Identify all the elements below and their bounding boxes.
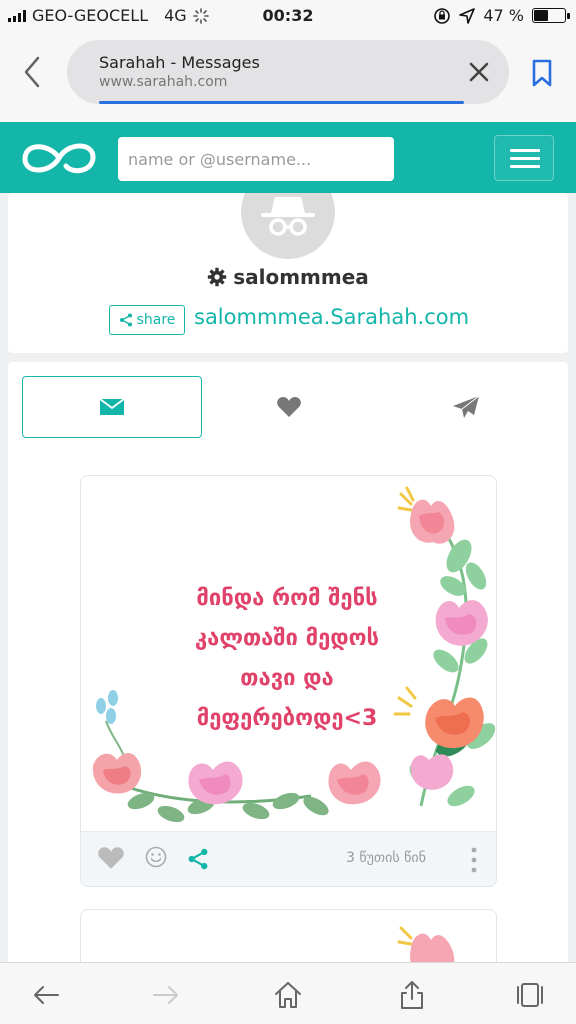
profile-link[interactable]: salommmea.Sarahah.com (194, 305, 469, 329)
app-header (0, 122, 576, 193)
message-card: მინდა რომ შენს კალთაში მედოს თავი და მეფ… (80, 475, 497, 887)
message-footer: 3 წუთის წინ (81, 831, 496, 886)
page-url: www.sarahah.com (99, 74, 228, 90)
address-bar[interactable]: Sarahah - Messages www.sarahah.com (67, 40, 509, 104)
tabs-icon[interactable] (514, 979, 546, 1011)
browser-toolbar (0, 962, 576, 1024)
forward-arrow-icon[interactable] (150, 979, 182, 1011)
browser-bar: Sarahah - Messages www.sarahah.com (0, 32, 576, 122)
close-icon[interactable] (465, 58, 493, 86)
message-text: მინდა რომ შენს კალთაში მედოს თავი და მეფ… (157, 579, 417, 739)
username: salommmea (233, 265, 369, 289)
tab-sent-messages[interactable] (378, 376, 554, 438)
message-line: მინდა რომ შენს (196, 586, 378, 611)
smiley-icon[interactable] (145, 846, 167, 868)
avatar (241, 193, 335, 259)
sarahah-logo-icon[interactable] (20, 136, 98, 180)
username-row: salommmea (8, 265, 568, 289)
tab-received-messages[interactable] (22, 376, 202, 438)
more-options-icon[interactable] (469, 846, 479, 874)
browser-back-chevron-icon[interactable] (16, 52, 50, 92)
rotation-lock-icon (434, 7, 451, 24)
share-icon[interactable] (187, 848, 209, 870)
bookmark-icon[interactable] (530, 58, 554, 88)
status-bar: GEO-GEOCELL 4G 00:32 47 % (0, 0, 576, 32)
message-line: თავი და (240, 666, 334, 691)
page-title: Sarahah - Messages (99, 53, 260, 72)
message-line: მეფერებოდე<3 (196, 706, 378, 731)
envelope-icon (99, 398, 125, 415)
message-timestamp: 3 წუთის წინ (346, 850, 426, 866)
search-input[interactable] (118, 137, 394, 181)
share-icon (119, 313, 132, 327)
incognito-icon (261, 197, 315, 236)
tab-favorites[interactable] (208, 376, 370, 438)
share-button[interactable]: share (109, 305, 185, 335)
message-line: კალთაში მედოს (194, 626, 380, 651)
location-arrow-icon (459, 7, 476, 24)
share-sheet-icon[interactable] (396, 979, 428, 1011)
paper-plane-icon (453, 395, 480, 418)
heart-icon[interactable] (97, 846, 125, 870)
messages-section: მინდა რომ შენს კალთაში მედოს თავი და მეფ… (8, 362, 568, 1024)
home-icon[interactable] (272, 979, 304, 1011)
battery-icon (532, 8, 570, 23)
gear-icon[interactable] (207, 267, 227, 287)
share-button-label: share (136, 312, 176, 328)
hamburger-menu-button[interactable] (494, 135, 554, 181)
heart-icon (277, 397, 301, 417)
profile-card: salommmea share salommmea.Sarahah.com (8, 193, 568, 353)
load-progress-bar (99, 101, 464, 104)
battery-percent: 47 % (483, 6, 524, 25)
battery-level (534, 10, 548, 21)
back-arrow-icon[interactable] (30, 979, 62, 1011)
